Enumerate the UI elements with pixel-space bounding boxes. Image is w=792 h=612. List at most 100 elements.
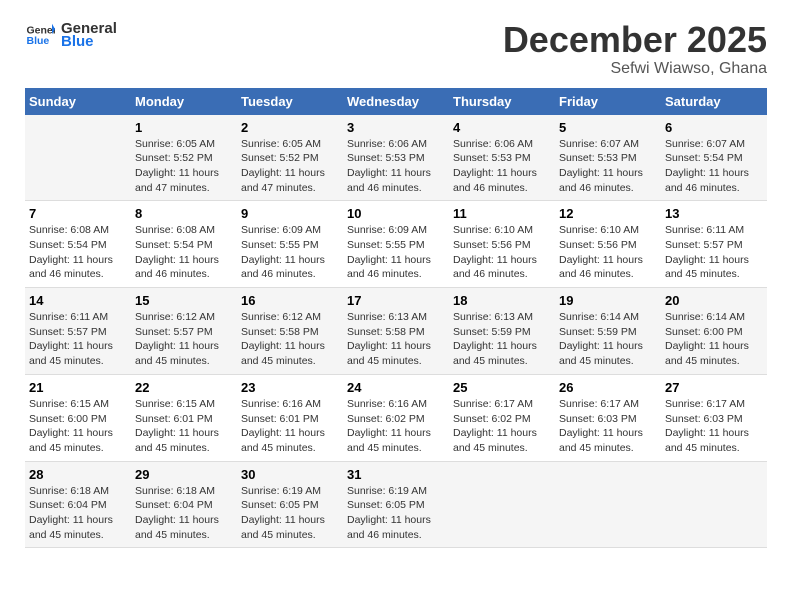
day-number: 16 [241,293,339,308]
day-cell: 1 Sunrise: 6:05 AM Sunset: 5:52 PM Daylig… [131,115,237,201]
header-tuesday: Tuesday [237,88,343,115]
day-info: Sunrise: 6:11 AM Sunset: 5:57 PM Dayligh… [29,310,127,369]
day-info: Sunrise: 6:12 AM Sunset: 5:57 PM Dayligh… [135,310,233,369]
header-monday: Monday [131,88,237,115]
day-info: Sunrise: 6:16 AM Sunset: 6:01 PM Dayligh… [241,397,339,456]
day-info: Sunrise: 6:19 AM Sunset: 6:05 PM Dayligh… [347,484,445,543]
day-cell: 18 Sunrise: 6:13 AM Sunset: 5:59 PM Dayli… [449,288,555,375]
day-info: Sunrise: 6:13 AM Sunset: 5:59 PM Dayligh… [453,310,551,369]
day-number: 13 [665,206,763,221]
day-number: 1 [135,120,233,135]
day-info: Sunrise: 6:17 AM Sunset: 6:03 PM Dayligh… [559,397,657,456]
day-number: 22 [135,380,233,395]
day-cell: 10 Sunrise: 6:09 AM Sunset: 5:55 PM Dayli… [343,201,449,288]
day-number: 19 [559,293,657,308]
day-number: 17 [347,293,445,308]
day-number: 27 [665,380,763,395]
day-number: 30 [241,467,339,482]
day-number: 4 [453,120,551,135]
day-number: 28 [29,467,127,482]
logo: General Blue General Blue [25,20,117,50]
header-wednesday: Wednesday [343,88,449,115]
day-cell: 26 Sunrise: 6:17 AM Sunset: 6:03 PM Dayli… [555,374,661,461]
day-info: Sunrise: 6:11 AM Sunset: 5:57 PM Dayligh… [665,223,763,282]
day-number: 11 [453,206,551,221]
day-info: Sunrise: 6:09 AM Sunset: 5:55 PM Dayligh… [241,223,339,282]
day-cell: 6 Sunrise: 6:07 AM Sunset: 5:54 PM Daylig… [661,115,767,201]
week-row-3: 14Sunrise: 6:11 AM Sunset: 5:57 PM Dayli… [25,288,767,375]
day-number: 25 [453,380,551,395]
day-number: 24 [347,380,445,395]
day-number: 3 [347,120,445,135]
week-row-1: 1 Sunrise: 6:05 AM Sunset: 5:52 PM Daylig… [25,115,767,201]
day-info: Sunrise: 6:13 AM Sunset: 5:58 PM Dayligh… [347,310,445,369]
day-cell: 15Sunrise: 6:12 AM Sunset: 5:57 PM Dayli… [131,288,237,375]
day-info: Sunrise: 6:17 AM Sunset: 6:03 PM Dayligh… [665,397,763,456]
day-info: Sunrise: 6:15 AM Sunset: 6:01 PM Dayligh… [135,397,233,456]
day-info: Sunrise: 6:08 AM Sunset: 5:54 PM Dayligh… [135,223,233,282]
header-saturday: Saturday [661,88,767,115]
day-cell: 5 Sunrise: 6:07 AM Sunset: 5:53 PM Daylig… [555,115,661,201]
day-number: 7 [29,206,127,221]
day-number: 18 [453,293,551,308]
day-info: Sunrise: 6:15 AM Sunset: 6:00 PM Dayligh… [29,397,127,456]
header-sunday: Sunday [25,88,131,115]
title-block: December 2025 Sefwi Wiawso, Ghana [503,20,767,78]
day-info: Sunrise: 6:09 AM Sunset: 5:55 PM Dayligh… [347,223,445,282]
day-cell: 16 Sunrise: 6:12 AM Sunset: 5:58 PM Dayli… [237,288,343,375]
day-number: 29 [135,467,233,482]
day-info: Sunrise: 6:07 AM Sunset: 5:54 PM Dayligh… [665,137,763,196]
day-info: Sunrise: 6:06 AM Sunset: 5:53 PM Dayligh… [453,137,551,196]
day-number: 10 [347,206,445,221]
day-info: Sunrise: 6:18 AM Sunset: 6:04 PM Dayligh… [135,484,233,543]
logo-icon: General Blue [25,20,55,50]
day-number: 23 [241,380,339,395]
day-cell: 11 Sunrise: 6:10 AM Sunset: 5:56 PM Dayli… [449,201,555,288]
day-info: Sunrise: 6:05 AM Sunset: 5:52 PM Dayligh… [135,137,233,196]
day-cell: 27 Sunrise: 6:17 AM Sunset: 6:03 PM Dayli… [661,374,767,461]
day-number: 20 [665,293,763,308]
day-info: Sunrise: 6:17 AM Sunset: 6:02 PM Dayligh… [453,397,551,456]
day-number: 26 [559,380,657,395]
day-cell: 4 Sunrise: 6:06 AM Sunset: 5:53 PM Daylig… [449,115,555,201]
day-info: Sunrise: 6:05 AM Sunset: 5:52 PM Dayligh… [241,137,339,196]
day-cell: 8 Sunrise: 6:08 AM Sunset: 5:54 PM Daylig… [131,201,237,288]
day-info: Sunrise: 6:10 AM Sunset: 5:56 PM Dayligh… [559,223,657,282]
day-info: Sunrise: 6:16 AM Sunset: 6:02 PM Dayligh… [347,397,445,456]
day-info: Sunrise: 6:18 AM Sunset: 6:04 PM Dayligh… [29,484,127,543]
calendar-table: SundayMondayTuesdayWednesdayThursdayFrid… [25,88,767,549]
week-row-2: 7 Sunrise: 6:08 AM Sunset: 5:54 PM Daylig… [25,201,767,288]
day-cell [449,461,555,548]
day-cell: 23 Sunrise: 6:16 AM Sunset: 6:01 PM Dayli… [237,374,343,461]
svg-text:Blue: Blue [27,35,50,47]
logo-line2: Blue [61,33,117,50]
day-info: Sunrise: 6:08 AM Sunset: 5:54 PM Dayligh… [29,223,127,282]
week-row-5: 28 Sunrise: 6:18 AM Sunset: 6:04 PM Dayli… [25,461,767,548]
day-cell [661,461,767,548]
day-cell: 9 Sunrise: 6:09 AM Sunset: 5:55 PM Daylig… [237,201,343,288]
month-title: December 2025 [503,20,767,60]
day-number: 8 [135,206,233,221]
day-info: Sunrise: 6:10 AM Sunset: 5:56 PM Dayligh… [453,223,551,282]
day-number: 5 [559,120,657,135]
day-number: 9 [241,206,339,221]
day-cell: 30Sunrise: 6:19 AM Sunset: 6:05 PM Dayli… [237,461,343,548]
day-cell: 31 Sunrise: 6:19 AM Sunset: 6:05 PM Dayli… [343,461,449,548]
day-cell: 14Sunrise: 6:11 AM Sunset: 5:57 PM Dayli… [25,288,131,375]
header-row: SundayMondayTuesdayWednesdayThursdayFrid… [25,88,767,115]
day-number: 31 [347,467,445,482]
day-number: 6 [665,120,763,135]
day-cell: 28 Sunrise: 6:18 AM Sunset: 6:04 PM Dayli… [25,461,131,548]
day-cell [25,115,131,201]
day-cell: 13 Sunrise: 6:11 AM Sunset: 5:57 PM Dayli… [661,201,767,288]
day-info: Sunrise: 6:12 AM Sunset: 5:58 PM Dayligh… [241,310,339,369]
day-cell: 29 Sunrise: 6:18 AM Sunset: 6:04 PM Dayli… [131,461,237,548]
day-info: Sunrise: 6:07 AM Sunset: 5:53 PM Dayligh… [559,137,657,196]
day-number: 12 [559,206,657,221]
day-cell: 17 Sunrise: 6:13 AM Sunset: 5:58 PM Dayli… [343,288,449,375]
day-number: 2 [241,120,339,135]
day-cell: 7 Sunrise: 6:08 AM Sunset: 5:54 PM Daylig… [25,201,131,288]
page-header: General Blue General Blue December 2025 … [25,20,767,78]
day-number: 21 [29,380,127,395]
header-thursday: Thursday [449,88,555,115]
